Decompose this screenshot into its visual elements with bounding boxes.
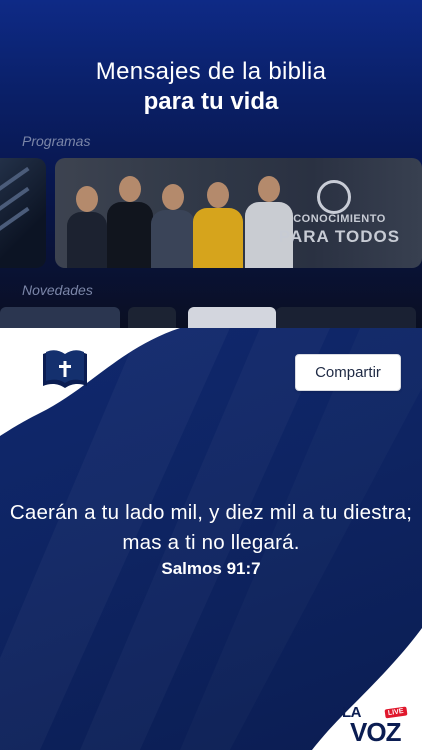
program-title-line2: PARA TODOS <box>278 227 401 246</box>
logo-voz: VOZ <box>350 717 401 747</box>
bible-cross-icon <box>43 350 87 388</box>
host-figure <box>107 176 153 268</box>
headline-line1: Mensajes de la biblia <box>95 58 327 85</box>
news-thumbnail[interactable] <box>188 307 276 328</box>
host-figure <box>67 186 107 268</box>
news-thumbnail[interactable] <box>276 307 416 328</box>
app-preview: Mensajes de la biblia para tu vida Progr… <box>0 0 422 328</box>
section-label-programas: Programas <box>22 133 91 149</box>
program-card-featured[interactable]: CONOCIMIENTO PARA TODOS <box>55 158 422 268</box>
headline: Mensajes de la biblia para tu vida <box>0 58 422 116</box>
live-badge: LIVE <box>384 706 408 719</box>
headline-line2: para tu vida <box>143 88 279 115</box>
program-title-line1: CONOCIMIENTO <box>293 213 386 225</box>
program-card-previous[interactable] <box>0 158 46 268</box>
share-button[interactable]: Compartir <box>295 354 401 391</box>
la-voz-live-logo: LA VOZ LIVE <box>336 700 422 750</box>
news-thumbnail[interactable] <box>0 307 120 328</box>
host-figure <box>193 182 243 268</box>
section-label-novedades: Novedades <box>22 282 93 298</box>
verse-card: Compartir Caerán a tu lado mil, y diez m… <box>0 328 422 750</box>
host-figure <box>151 184 195 268</box>
program-logo-icon <box>317 180 351 214</box>
verse-reference: Salmos 91:7 <box>161 559 261 578</box>
news-thumbnail[interactable] <box>128 307 176 328</box>
program-title: CONOCIMIENTO PARA TODOS <box>267 213 412 246</box>
verse-text: Caerán a tu lado mil, y diez mil a tu di… <box>9 501 413 554</box>
